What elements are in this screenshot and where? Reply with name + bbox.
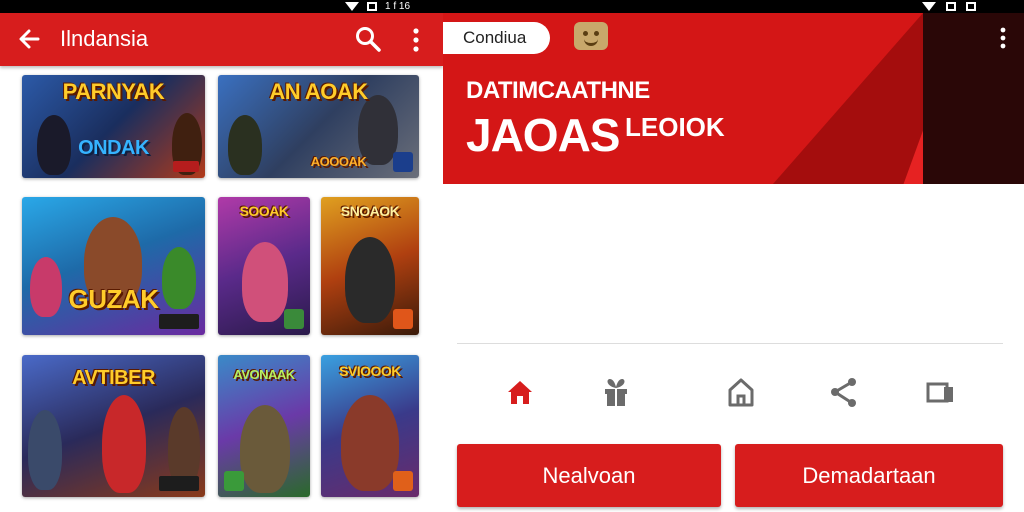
overflow-menu-icon[interactable] xyxy=(408,27,424,53)
game-title: SNOAOK xyxy=(340,203,400,219)
game-title: AN AOAK xyxy=(269,81,368,103)
banner-headline: DATIMCAATHNE xyxy=(466,77,650,104)
rating-badge xyxy=(173,161,199,172)
game-tile[interactable]: SVIOOOK xyxy=(321,355,419,497)
wifi-icon xyxy=(345,1,359,11)
category-chip[interactable]: Condiua xyxy=(443,22,550,54)
divider xyxy=(457,343,1003,344)
banner-shape xyxy=(773,13,923,184)
game-tile[interactable]: SOOAK xyxy=(218,197,310,335)
rating-badge xyxy=(159,476,199,491)
wifi-icon-right xyxy=(922,1,936,11)
game-tile[interactable]: AN AOAK AOOOAK xyxy=(218,75,419,178)
publisher-badge xyxy=(224,471,244,491)
publisher-badge xyxy=(393,471,413,491)
search-icon[interactable] xyxy=(354,25,382,53)
rating-badge xyxy=(159,314,199,329)
game-title: SVIOOOK xyxy=(339,363,401,379)
app-screen: 1 f 16 Ilndansia PARNYAK ONDAK AN AOAK A… xyxy=(0,0,1024,512)
character-figure xyxy=(228,115,262,175)
signal-icon xyxy=(946,1,956,11)
character-figure xyxy=(102,395,146,493)
game-subtitle: AOOOAK xyxy=(310,154,367,169)
sim-icon xyxy=(367,1,377,11)
game-title: PARNYAK xyxy=(62,81,165,103)
publisher-badge xyxy=(393,152,413,172)
character-figure xyxy=(242,242,288,322)
game-title: AVTIBER xyxy=(72,367,155,389)
cast-icon[interactable] xyxy=(924,376,956,408)
banner-title: JAOAS xyxy=(466,109,620,161)
character-figure xyxy=(341,395,399,491)
publisher-badge xyxy=(393,309,413,329)
game-title: SOOAK xyxy=(239,203,289,219)
back-arrow-icon[interactable] xyxy=(16,25,44,53)
game-subtitle: ONDAK xyxy=(78,137,149,159)
character-figure xyxy=(168,407,200,487)
battery-icon xyxy=(966,1,976,11)
app-title: Ilndansia xyxy=(60,26,149,51)
game-tile[interactable]: AVONAAK xyxy=(218,355,310,497)
game-tile[interactable]: PARNYAK ONDAK xyxy=(22,75,205,178)
app-bar: Ilndansia xyxy=(0,13,443,66)
game-title: GUZAK xyxy=(68,285,159,313)
gift-icon[interactable] xyxy=(600,376,632,408)
store-icon[interactable] xyxy=(725,376,757,408)
status-bar: 1 f 16 xyxy=(0,0,1024,13)
overflow-menu-icon[interactable] xyxy=(996,26,1010,52)
banner-subtitle: LEOIOK xyxy=(625,112,725,142)
share-icon[interactable] xyxy=(828,376,860,408)
game-title: AVONAAK xyxy=(233,367,295,382)
character-figure xyxy=(240,405,290,493)
game-tile[interactable]: AVTIBER xyxy=(22,355,205,497)
emoji-icon[interactable] xyxy=(574,22,608,50)
publisher-badge xyxy=(284,309,304,329)
status-time: 1 f 16 xyxy=(385,0,411,12)
character-figure xyxy=(345,237,395,323)
character-figure xyxy=(28,410,62,490)
primary-button[interactable]: Nealvoan xyxy=(457,444,721,507)
game-tile[interactable]: SNOAOK xyxy=(321,197,419,335)
game-tile[interactable]: GUZAK xyxy=(22,197,205,335)
home-icon[interactable] xyxy=(504,376,536,408)
secondary-button[interactable]: Demadartaan xyxy=(735,444,1003,507)
